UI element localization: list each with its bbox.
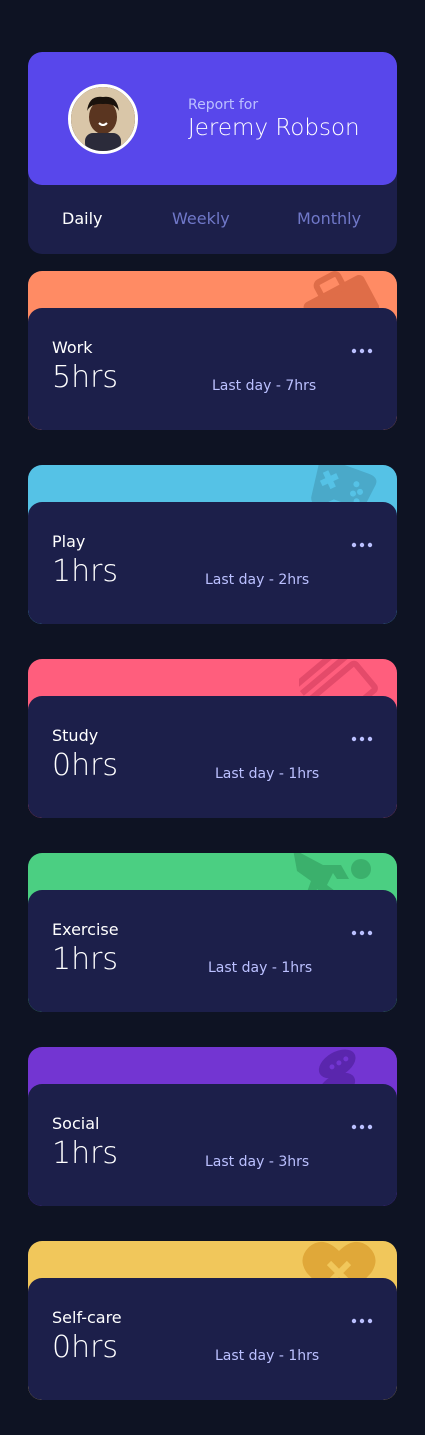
card-social: Social 1hrs Last day - 3hrs — [28, 1047, 397, 1206]
card-current-hours: 1hrs — [52, 1136, 119, 1171]
card-work: Work 5hrs Last day - 7hrs — [28, 271, 397, 430]
user-avatar — [68, 84, 138, 154]
ellipsis-icon[interactable] — [351, 541, 373, 549]
card-study-body: Study 0hrs Last day - 1hrs — [28, 696, 397, 818]
card-previous-hours: Last day - 1hrs — [215, 766, 320, 782]
card-current-hours: 0hrs — [52, 1330, 119, 1365]
card-study: Study 0hrs Last day - 1hrs — [28, 659, 397, 818]
card-previous-hours: Last day - 3hrs — [205, 1154, 310, 1170]
user-name: Jeremy Robson — [188, 115, 360, 141]
card-previous-hours: Last day - 1hrs — [215, 1348, 320, 1364]
card-current-hours: 5hrs — [52, 360, 119, 395]
card-social-body: Social 1hrs Last day - 3hrs — [28, 1084, 397, 1206]
card-title: Play — [52, 532, 86, 551]
ellipsis-icon[interactable] — [351, 1123, 373, 1131]
card-exercise: Exercise 1hrs Last day - 1hrs — [28, 853, 397, 1012]
card-previous-hours: Last day - 7hrs — [212, 378, 317, 394]
profile-card: Report for Jeremy Robson Daily Weekly Mo… — [28, 52, 397, 254]
card-play-body: Play 1hrs Last day - 2hrs — [28, 502, 397, 624]
avatar-photo-icon — [71, 87, 135, 151]
ellipsis-icon[interactable] — [351, 347, 373, 355]
ellipsis-icon[interactable] — [351, 1317, 373, 1325]
card-self-care-body: Self-care 0hrs Last day - 1hrs — [28, 1278, 397, 1400]
tab-daily[interactable]: Daily — [62, 209, 102, 228]
card-title: Social — [52, 1114, 100, 1133]
card-current-hours: 1hrs — [52, 942, 119, 977]
card-exercise-body: Exercise 1hrs Last day - 1hrs — [28, 890, 397, 1012]
card-play: Play 1hrs Last day - 2hrs — [28, 465, 397, 624]
card-title: Work — [52, 338, 93, 357]
card-previous-hours: Last day - 2hrs — [205, 572, 310, 588]
card-title: Study — [52, 726, 99, 745]
ellipsis-icon[interactable] — [351, 735, 373, 743]
card-previous-hours: Last day - 1hrs — [208, 960, 313, 976]
card-title: Exercise — [52, 920, 119, 939]
card-self-care: Self-care 0hrs Last day - 1hrs — [28, 1241, 397, 1400]
report-for-label: Report for — [188, 97, 259, 113]
card-current-hours: 0hrs — [52, 748, 119, 783]
profile-header: Report for Jeremy Robson — [28, 52, 397, 185]
card-work-body: Work 5hrs Last day - 7hrs — [28, 308, 397, 430]
card-title: Self-care — [52, 1308, 122, 1327]
ellipsis-icon[interactable] — [351, 929, 373, 937]
tab-monthly[interactable]: Monthly — [297, 209, 361, 228]
tab-weekly[interactable]: Weekly — [172, 209, 230, 228]
card-current-hours: 1hrs — [52, 554, 119, 589]
